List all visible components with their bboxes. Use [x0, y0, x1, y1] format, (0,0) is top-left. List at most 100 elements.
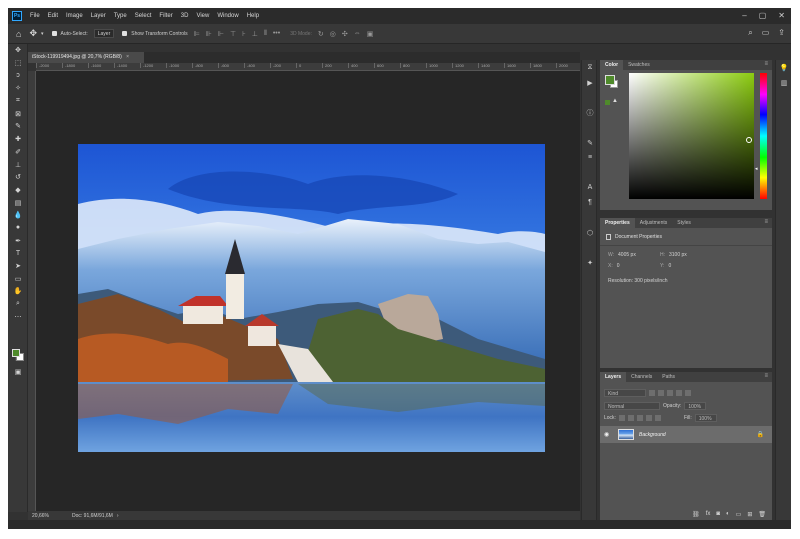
auto-select-dropdown[interactable]: Layer: [93, 29, 115, 38]
web-safe-swatch[interactable]: [605, 100, 610, 105]
lock-position-icon[interactable]: [636, 414, 643, 421]
more-tools-icon[interactable]: ⋯: [8, 310, 28, 323]
show-transform-checkbox[interactable]: [122, 31, 128, 36]
share-icon[interactable]: ⇪: [778, 28, 785, 38]
3d-roll-icon[interactable]: ◎: [330, 30, 336, 38]
path-select-icon[interactable]: ➤: [8, 260, 28, 273]
new-layer-icon[interactable]: ⊞: [747, 511, 752, 518]
brush-settings-icon[interactable]: ✎: [582, 135, 598, 150]
hue-slider[interactable]: [760, 73, 767, 199]
tab-channels[interactable]: Channels: [626, 372, 657, 382]
x-field[interactable]: X: 0: [608, 263, 620, 269]
blend-mode-dropdown[interactable]: Normal: [604, 401, 660, 410]
document-tab[interactable]: iStock-119919494.jpg @ 20,7% (RGB/8) ×: [28, 52, 144, 63]
menu-window[interactable]: Window: [217, 13, 238, 19]
auto-select-checkbox[interactable]: [51, 31, 57, 36]
brush-tool-icon[interactable]: ✐: [8, 146, 28, 159]
tab-styles[interactable]: Styles: [672, 218, 696, 228]
align-top-icon[interactable]: ⊤: [230, 30, 236, 38]
frame-tool-icon[interactable]: ⊠: [8, 107, 28, 120]
zoom-tool-icon[interactable]: ⌕: [8, 298, 28, 311]
menu-help[interactable]: Help: [247, 13, 259, 19]
libraries-icon[interactable]: ▥: [776, 75, 791, 90]
align-left-icon[interactable]: ⊫: [194, 30, 200, 38]
menu-edit[interactable]: Edit: [48, 13, 58, 19]
align-right-icon[interactable]: ⊩: [218, 30, 224, 38]
width-field[interactable]: W: 4005 px: [608, 252, 636, 258]
visibility-eye-icon[interactable]: ◉: [604, 431, 614, 438]
type-filter-icon[interactable]: [667, 389, 673, 396]
marquee-tool-icon[interactable]: ⬚: [8, 57, 28, 70]
move-tool-icon[interactable]: ✥: [29, 28, 37, 39]
smart-object-filter-icon[interactable]: [685, 389, 691, 396]
history-icon[interactable]: ⧖: [582, 60, 598, 75]
foreground-color-swatch[interactable]: [12, 349, 20, 357]
tab-paths[interactable]: Paths: [657, 372, 680, 382]
workspace-icon[interactable]: ▭: [762, 28, 770, 38]
gamut-warning-icon[interactable]: ▲: [612, 98, 618, 104]
lock-transparency-icon[interactable]: [618, 414, 625, 421]
zoom-level[interactable]: 20,66%: [32, 513, 62, 519]
distribute-icon[interactable]: ⫴: [264, 30, 267, 38]
history-brush-icon[interactable]: ↺: [8, 171, 28, 184]
delete-layer-icon[interactable]: 🗑: [758, 511, 766, 518]
menu-file[interactable]: File: [30, 13, 40, 19]
3d-slide-icon[interactable]: ⇔: [354, 30, 361, 37]
align-middle-icon[interactable]: ⊦: [242, 30, 246, 38]
magic-wand-icon[interactable]: ✧: [8, 82, 28, 95]
y-field[interactable]: Y: 0: [660, 263, 671, 269]
menu-image[interactable]: Image: [66, 13, 83, 19]
healing-brush-icon[interactable]: ✚: [8, 133, 28, 146]
menu-type[interactable]: Type: [114, 13, 127, 19]
tool-preset-chevron-icon[interactable]: ▾: [41, 31, 44, 37]
screen-mode-icon[interactable]: ▣: [8, 366, 28, 379]
type-tool-icon[interactable]: T: [8, 247, 28, 260]
opacity-input[interactable]: 100%: [684, 401, 707, 410]
hand-tool-icon[interactable]: ✋: [8, 285, 28, 298]
kind-filter-dropdown[interactable]: Kind: [604, 388, 646, 397]
tab-color[interactable]: Color: [600, 60, 624, 70]
group-icon[interactable]: ▭: [736, 511, 742, 518]
lock-artboard-icon[interactable]: [645, 414, 652, 421]
search-icon[interactable]: ⌕: [748, 28, 752, 38]
move-tool-icon[interactable]: ✥: [8, 44, 28, 57]
saturation-brightness-field[interactable]: [629, 73, 754, 199]
close-button[interactable]: ✕: [778, 11, 785, 20]
lasso-tool-icon[interactable]: ↄ: [8, 69, 28, 82]
panel-menu-icon[interactable]: ≡: [764, 373, 768, 379]
learn-icon[interactable]: 💡: [776, 60, 791, 75]
menu-select[interactable]: Select: [135, 13, 152, 19]
tab-properties[interactable]: Properties: [600, 218, 635, 228]
fill-input[interactable]: 100%: [694, 413, 717, 422]
color-picker-marker[interactable]: [746, 137, 752, 143]
clone-stamp-icon[interactable]: ⊥: [8, 158, 28, 171]
lock-all-icon[interactable]: [654, 414, 661, 421]
actions-icon[interactable]: ▶: [582, 75, 598, 90]
layer-row-background[interactable]: ◉ Background 🔒: [600, 426, 772, 443]
panel-menu-icon[interactable]: ≡: [764, 219, 768, 225]
crop-tool-icon[interactable]: ⌗: [8, 95, 28, 108]
link-layers-icon[interactable]: ⛓: [692, 511, 700, 518]
panel-menu-icon[interactable]: ≡: [764, 61, 768, 67]
3d-scale-icon[interactable]: ▣: [367, 30, 374, 38]
tab-layers[interactable]: Layers: [600, 372, 627, 382]
character-icon[interactable]: A: [582, 180, 598, 195]
eraser-tool-icon[interactable]: ◆: [8, 184, 28, 197]
adjustment-filter-icon[interactable]: [658, 389, 664, 396]
gradient-tool-icon[interactable]: ▤: [8, 196, 28, 209]
menu-layer[interactable]: Layer: [91, 13, 106, 19]
canvas-area[interactable]: [36, 71, 580, 511]
home-icon[interactable]: ⌂: [16, 29, 21, 39]
menu-view[interactable]: View: [196, 13, 209, 19]
paragraph-icon[interactable]: ¶: [582, 195, 598, 210]
rectangle-tool-icon[interactable]: ▭: [8, 272, 28, 285]
eyedropper-tool-icon[interactable]: ✎: [8, 120, 28, 133]
menu-filter[interactable]: Filter: [159, 13, 172, 19]
3d-pan-icon[interactable]: ✣: [342, 30, 348, 38]
info-icon[interactable]: ⓘ: [582, 105, 598, 120]
minimize-button[interactable]: –: [742, 11, 746, 20]
maximize-button[interactable]: ▢: [759, 11, 767, 20]
tab-adjustments[interactable]: Adjustments: [635, 218, 673, 228]
blur-tool-icon[interactable]: 💧: [8, 209, 28, 222]
shape-filter-icon[interactable]: [676, 389, 682, 396]
